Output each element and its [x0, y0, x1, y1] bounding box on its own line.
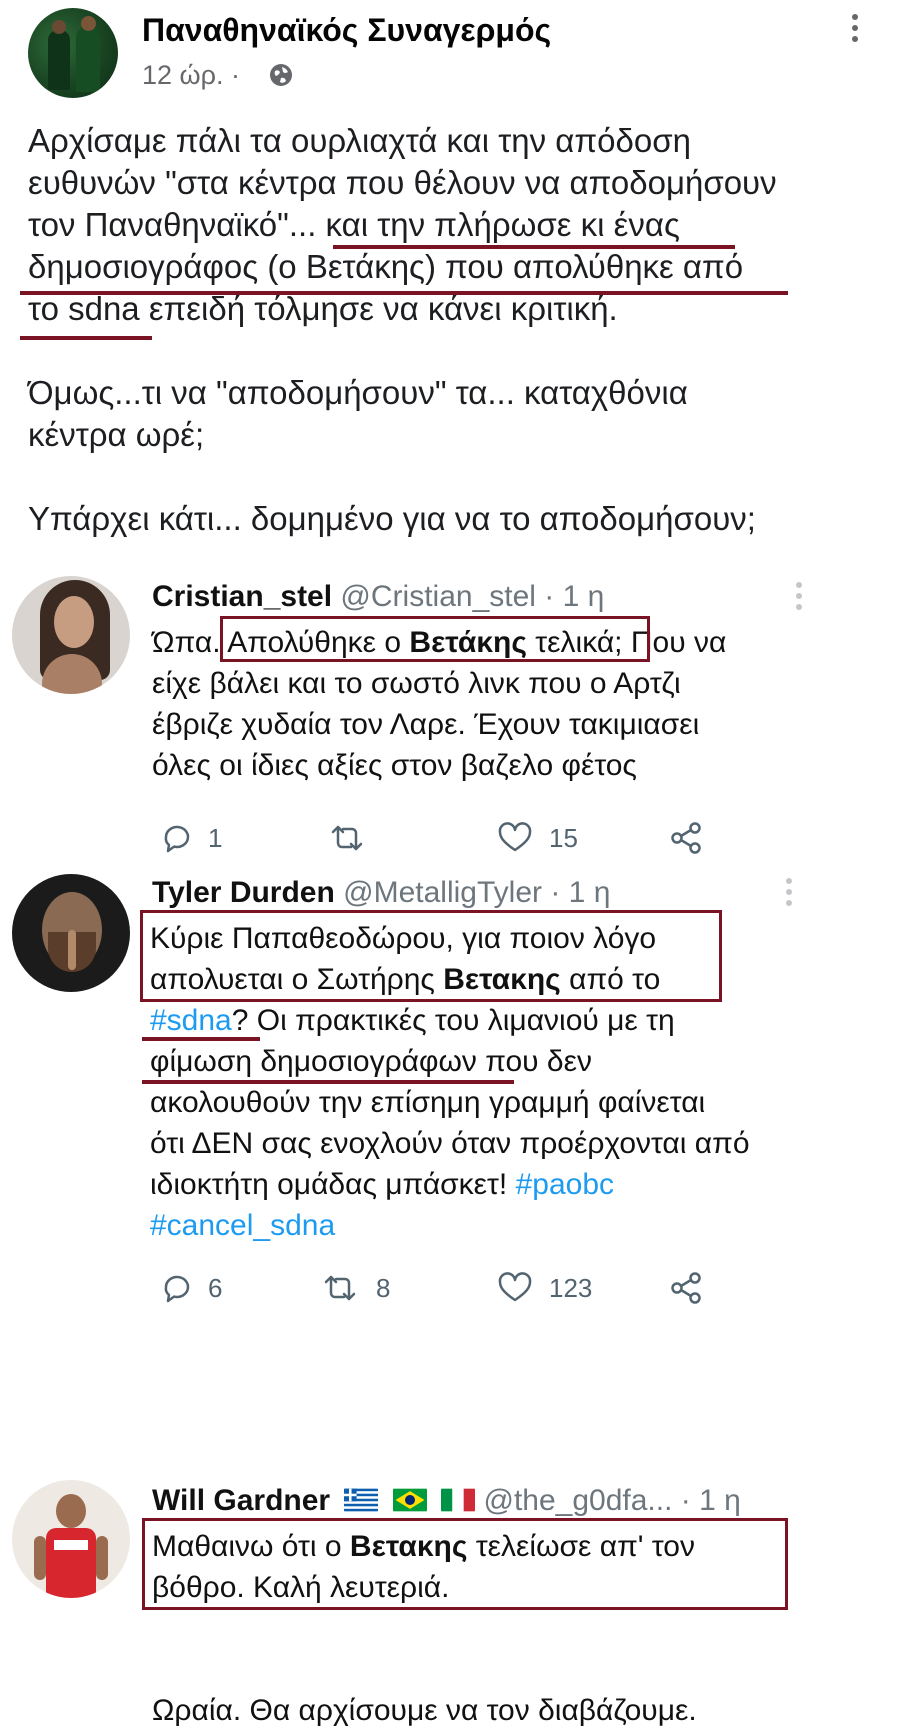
post-line: ευθυνών "στα κέντρα που θέλουν να αποδομ… — [28, 164, 777, 201]
highlight-underline — [20, 291, 788, 295]
post-line: Υπάρχει κάτι... δομημένο για να το αποδο… — [28, 500, 756, 537]
highlight-box — [140, 910, 722, 1002]
avatar[interactable] — [12, 1480, 130, 1598]
retweet-button[interactable]: 8 — [320, 1268, 390, 1308]
page-name[interactable]: Παναθηναϊκός Συναγερμός — [142, 12, 551, 49]
share-button[interactable] — [668, 818, 704, 858]
retweet-icon — [324, 1275, 356, 1301]
highlight-box — [142, 1518, 788, 1610]
brazil-flag-icon — [392, 1488, 427, 1512]
hashtag-link[interactable]: #paobc — [516, 1168, 614, 1201]
more-options-icon[interactable] — [786, 878, 796, 911]
highlight-underline — [142, 1037, 260, 1041]
tweet-author[interactable]: Cristian_stel @Cristian_stel · 1 η — [152, 580, 604, 614]
page-avatar[interactable] — [28, 8, 118, 98]
more-options-icon[interactable] — [796, 582, 806, 615]
reply-button[interactable]: 1 — [160, 818, 222, 858]
hashtag-link[interactable]: #sdna — [150, 1004, 232, 1037]
highlight-box — [220, 616, 650, 662]
post-line: τον Παναθηναϊκό"... και την πλήρωσε κι έ… — [28, 206, 680, 243]
like-button[interactable]: 15 — [497, 818, 578, 858]
post-line: Όμως...τι να "αποδομήσουν" τα... καταχθό… — [28, 374, 688, 411]
share-icon — [671, 822, 701, 854]
italy-flag-icon — [441, 1488, 476, 1512]
tweet-author[interactable]: Tyler Durden @MetalligTyler · 1 η — [152, 876, 610, 910]
highlight-underline — [142, 1080, 514, 1084]
avatar[interactable] — [12, 874, 130, 992]
like-icon — [498, 822, 532, 852]
tweet-actions: 1 15 — [152, 818, 852, 858]
retweet-button[interactable] — [327, 818, 367, 858]
tweet-author[interactable]: Will Gardner @the_g0dfa... · 1 η — [152, 1484, 741, 1518]
avatar[interactable] — [12, 576, 130, 694]
like-button[interactable]: 123 — [497, 1268, 592, 1308]
reply-icon — [164, 825, 190, 853]
share-button[interactable] — [668, 1268, 704, 1308]
highlight-underline — [333, 245, 735, 249]
post-line: κέντρα ωρέ; — [28, 416, 205, 453]
share-icon — [671, 1272, 701, 1304]
post-text: Αρχίσαμε πάλι τα ουρλιαχτά και την απόδο… — [28, 120, 878, 540]
post-line: Αρχίσαμε πάλι τα ουρλιαχτά και την απόδο… — [28, 122, 691, 159]
tweet-actions: 6 8 123 — [152, 1268, 852, 1308]
more-options-icon[interactable] — [840, 14, 870, 50]
greece-flag-icon — [344, 1488, 379, 1512]
post-line: δημοσιογράφος (ο Βετάκης) που απολύθηκε … — [28, 248, 744, 285]
globe-icon — [270, 64, 292, 86]
retweet-icon — [331, 825, 363, 851]
like-icon — [498, 1272, 532, 1302]
reply-button[interactable]: 6 — [160, 1268, 222, 1308]
highlight-underline — [20, 336, 152, 340]
hashtag-link[interactable]: #cancel_sdna — [150, 1209, 335, 1242]
reply-icon — [164, 1275, 190, 1303]
post-timestamp[interactable]: 12 ώρ. · — [142, 60, 240, 91]
